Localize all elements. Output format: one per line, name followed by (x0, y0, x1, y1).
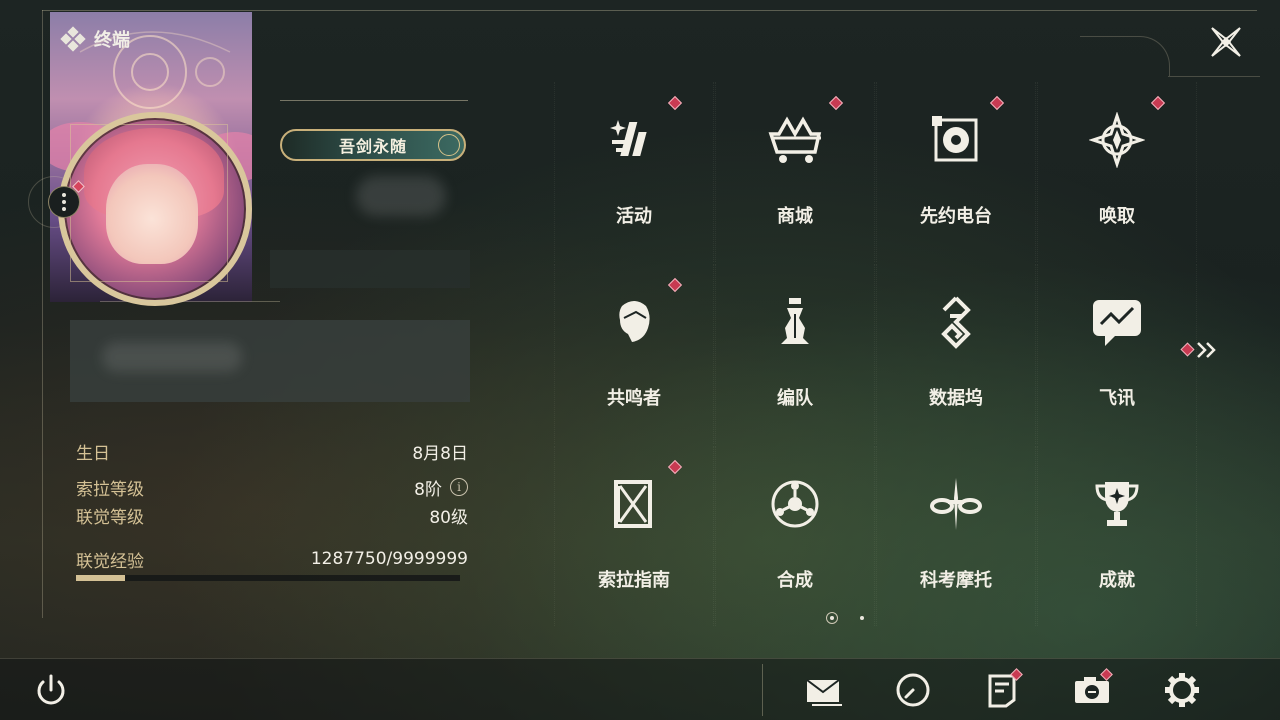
signature-box[interactable] (70, 320, 470, 402)
menu-tile[interactable]: 编队 (715, 264, 875, 444)
sparkle-activity-icon (594, 100, 674, 180)
menu-tile[interactable]: 科考摩托 (876, 446, 1036, 626)
menu-tile[interactable]: 合成 (715, 446, 875, 626)
menu-tile-label: 科考摩托 (920, 570, 992, 591)
stat-label: 索拉等级 (76, 479, 144, 500)
menu-tile-label: 共鸣者 (607, 388, 661, 409)
settings-icon[interactable] (1162, 670, 1202, 710)
terminal-screen: 终端 吾剑永随 生日 8月8日 索拉等级 8阶 i 联觉等级 80级 联觉经验 … (0, 0, 1280, 720)
trophy-icon (1077, 464, 1157, 544)
feather-emblem-icon (438, 134, 460, 156)
avatar-frame (70, 124, 228, 282)
stat-label: 生日 (76, 443, 110, 464)
radio-icon (916, 100, 996, 180)
stat-label: 联觉经验 (76, 551, 144, 572)
page-dot-active[interactable] (826, 612, 838, 624)
stat-value: 8阶 i (414, 475, 468, 500)
blurred-info (270, 250, 470, 288)
close-icon[interactable] (1206, 22, 1246, 62)
motorcycle-icon (916, 464, 996, 544)
menu-tile-label: 先约电台 (920, 206, 992, 227)
frame-corner-line (1168, 76, 1260, 77)
frame-left-line (42, 10, 43, 618)
menu-tile[interactable]: 商城 (715, 82, 875, 262)
notice-icon[interactable] (982, 668, 1023, 710)
player-name: 吾剑永随 (338, 137, 407, 156)
frame-top-line (42, 10, 1257, 11)
power-icon[interactable] (32, 672, 70, 710)
menu-tile-label: 数据坞 (929, 388, 983, 409)
clock-icon[interactable] (893, 670, 933, 710)
menu-tile[interactable]: 索拉指南 (554, 446, 714, 626)
chess-team-icon (755, 282, 835, 362)
resonator-head-icon (594, 282, 674, 362)
menu-grid: 活动 商城 先约电台 唤取共鸣者 编队 数据坞 飞讯索拉指南 合成 科考摩托 成就 (554, 82, 1197, 626)
menu-tile[interactable]: 唤取 (1037, 82, 1197, 262)
chat-bubble-icon (1077, 282, 1157, 362)
stat-label: 联觉等级 (76, 507, 144, 528)
menu-tile[interactable]: 成就 (1037, 446, 1197, 626)
stat-union-exp: 联觉经验 1287750/9999999 (76, 544, 468, 574)
stat-union-level: 联觉等级 80级 (76, 500, 468, 530)
page-indicator (826, 612, 876, 624)
menu-tile-label: 编队 (777, 388, 813, 409)
bottom-divider (762, 664, 763, 716)
menu-tile[interactable]: 飞讯 (1037, 264, 1197, 444)
menu-tile-label: 唤取 (1099, 206, 1135, 227)
name-divider (280, 100, 468, 101)
menu-tile[interactable]: 共鸣者 (554, 264, 714, 444)
menu-tile-label: 飞讯 (1099, 388, 1135, 409)
stat-sola-level: 索拉等级 8阶 i (76, 472, 468, 502)
stat-value: 80级 (429, 507, 468, 528)
synthesis-icon (755, 464, 835, 544)
stat-value: 8月8日 (412, 443, 468, 464)
page-title: 终端 (94, 30, 130, 51)
menu-tile-label: 合成 (777, 570, 813, 591)
exp-progress-fill (76, 575, 126, 581)
menu-tile[interactable]: 活动 (554, 82, 714, 262)
menu-tile-label: 活动 (616, 206, 652, 227)
blurred-info (356, 176, 446, 216)
stat-birthday: 生日 8月8日 (76, 436, 468, 466)
menu-tile-label: 商城 (777, 206, 813, 227)
data-bank-icon (916, 282, 996, 362)
page-dot[interactable] (860, 616, 864, 620)
player-name-badge[interactable]: 吾剑永随 (280, 129, 466, 161)
frame-corner-curve (1080, 36, 1170, 76)
menu-tile-label: 索拉指南 (598, 570, 670, 591)
exp-progress-bar (76, 575, 460, 581)
menu-tile[interactable]: 先约电台 (876, 82, 1036, 262)
player-stats: 生日 8月8日 索拉等级 8阶 i 联觉等级 80级 联觉经验 1287750/… (76, 436, 468, 574)
next-page-arrow-icon[interactable] (1180, 338, 1224, 362)
guide-book-icon (594, 464, 674, 544)
mail-icon[interactable] (804, 670, 844, 710)
shop-cart-icon (755, 100, 835, 180)
stat-value: 1287750/9999999 (310, 549, 468, 569)
diamond-cluster-icon (60, 26, 86, 52)
menu-tile[interactable]: 数据坞 (876, 264, 1036, 444)
menu-tile-label: 成就 (1099, 570, 1135, 591)
portrait-divider (100, 301, 280, 302)
camera-icon[interactable] (1072, 668, 1113, 710)
compass-star-icon (1077, 100, 1157, 180)
header-title: 终端 (60, 26, 130, 52)
info-icon[interactable]: i (450, 478, 468, 496)
more-options-button[interactable] (48, 186, 80, 218)
